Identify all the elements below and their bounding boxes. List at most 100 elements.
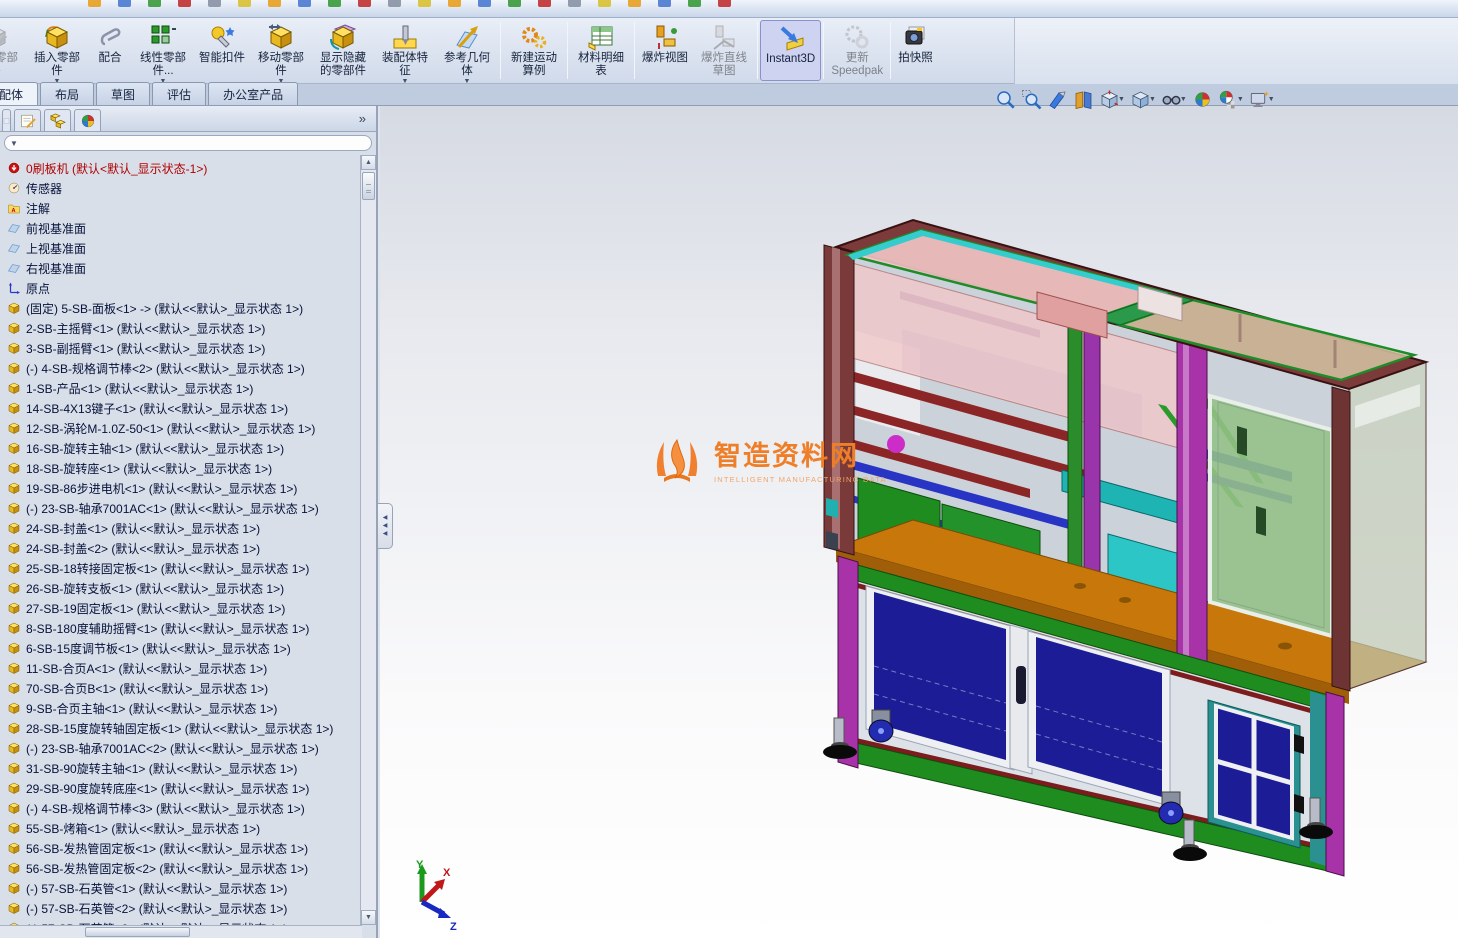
tree-item[interactable]: 27-SB-19固定板<1> (默认<<默认>_显示状态 1>) bbox=[0, 598, 360, 618]
qat-icon[interactable] bbox=[388, 0, 401, 7]
configurationmanager-tab[interactable] bbox=[44, 109, 71, 131]
graphics-viewport[interactable] bbox=[380, 106, 1458, 938]
propertymanager-tab[interactable] bbox=[14, 109, 41, 131]
tree-item[interactable]: 3-SB-副摇臂<1> (默认<<默认>_显示状态 1>) bbox=[0, 338, 360, 358]
tree-item[interactable]: 上视基准面 bbox=[0, 238, 360, 258]
tree-item[interactable]: (固定) 5-SB-面板<1> -> (默认<<默认>_显示状态 1>) bbox=[0, 298, 360, 318]
tree-item[interactable]: 9-SB-合页主轴<1> (默认<<默认>_显示状态 1>) bbox=[0, 698, 360, 718]
tree-item[interactable]: (-) 23-SB-轴承7001AC<1> (默认<<默认>_显示状态 1>) bbox=[0, 498, 360, 518]
qat-icon[interactable] bbox=[628, 0, 641, 7]
qat-icon[interactable] bbox=[118, 0, 131, 7]
tree-item[interactable]: (-) 4-SB-规格调节棒<3> (默认<<默认>_显示状态 1>) bbox=[0, 798, 360, 818]
chevron-down-icon[interactable]: ▼ bbox=[1237, 96, 1244, 103]
tree-filter-bar[interactable]: ▼ bbox=[4, 135, 372, 151]
qat-icon[interactable] bbox=[478, 0, 491, 7]
tree-item[interactable]: 24-SB-封盖<2> (默认<<默认>_显示状态 1>) bbox=[0, 538, 360, 558]
ribbon-tab-布局[interactable]: 布局 bbox=[40, 82, 95, 105]
qat-icon[interactable] bbox=[148, 0, 161, 7]
tree-item[interactable]: (-) 57-SB-石英管<2> (默认<<默认>_显示状态 1>) bbox=[0, 898, 360, 918]
toolbar-button-explode-sketch[interactable]: 爆炸直线草图 bbox=[693, 20, 755, 81]
edit-appearance-button[interactable] bbox=[1192, 89, 1213, 110]
qat-icon[interactable] bbox=[268, 0, 281, 7]
tree-item[interactable]: 70-SB-合页B<1> (默认<<默认>_显示状态 1>) bbox=[0, 678, 360, 698]
chevron-down-icon[interactable]: ▼ bbox=[1268, 96, 1275, 103]
scroll-up-icon[interactable]: ▲ bbox=[361, 155, 376, 170]
toolbar-button-show-hide[interactable]: 显示隐藏的零部件 bbox=[312, 20, 374, 81]
qat-icon[interactable] bbox=[88, 0, 101, 7]
tree-item[interactable]: 传感器 bbox=[0, 178, 360, 198]
tree-item[interactable]: 右视基准面 bbox=[0, 258, 360, 278]
qat-icon[interactable] bbox=[208, 0, 221, 7]
quick-access-icons[interactable] bbox=[0, 0, 1458, 7]
tree-horizontal-scrollbar[interactable] bbox=[0, 925, 362, 938]
tree-item[interactable]: 14-SB-4X13键子<1> (默认<<默认>_显示状态 1>) bbox=[0, 398, 360, 418]
qat-icon[interactable] bbox=[508, 0, 521, 7]
tree-item[interactable]: (-) 57-SB-石英管<3> (默认<<默认>_显示状态 1>) bbox=[0, 918, 360, 925]
qat-icon[interactable] bbox=[448, 0, 461, 7]
display-style-button[interactable]: ▼ bbox=[1130, 89, 1156, 110]
tree-item[interactable]: 12-SB-涡轮M-1.0Z-50<1> (默认<<默认>_显示状态 1>) bbox=[0, 418, 360, 438]
chevron-down-icon[interactable]: ▼ bbox=[1180, 96, 1187, 103]
toolbar-button-exploded-view[interactable]: 爆炸视图 bbox=[637, 20, 693, 81]
tree-item[interactable]: 31-SB-90旋转主轴<1> (默认<<默认>_显示状态 1>) bbox=[0, 758, 360, 778]
toolbar-button-snapshot[interactable]: 拍快照 bbox=[893, 20, 938, 81]
toolbar-button-mate[interactable]: 配合 bbox=[88, 20, 132, 81]
tree-item[interactable]: 6-SB-15度调节板<1> (默认<<默认>_显示状态 1>) bbox=[0, 638, 360, 658]
tree-item[interactable]: 24-SB-封盖<1> (默认<<默认>_显示状态 1>) bbox=[0, 518, 360, 538]
zoom-to-area-button[interactable] bbox=[1021, 89, 1042, 110]
tree-item[interactable]: 25-SB-18转接固定板<1> (默认<<默认>_显示状态 1>) bbox=[0, 558, 360, 578]
panel-overflow-button[interactable]: » bbox=[359, 111, 366, 126]
qat-icon[interactable] bbox=[538, 0, 551, 7]
tree-item[interactable]: 56-SB-发热管固定板<2> (默认<<默认>_显示状态 1>) bbox=[0, 858, 360, 878]
tree-vertical-scrollbar[interactable]: ▲ ▼ bbox=[360, 155, 376, 925]
tree-item[interactable]: (-) 23-SB-轴承7001AC<2> (默认<<默认>_显示状态 1>) bbox=[0, 738, 360, 758]
zoom-to-fit-button[interactable] bbox=[995, 89, 1016, 110]
tree-item[interactable]: 56-SB-发热管固定板<1> (默认<<默认>_显示状态 1>) bbox=[0, 838, 360, 858]
tree-item[interactable]: 2-SB-主摇臂<1> (默认<<默认>_显示状态 1>) bbox=[0, 318, 360, 338]
hide-show-items-button[interactable]: ▼ bbox=[1161, 89, 1187, 110]
toolbar-button-instant3d[interactable]: Instant3D bbox=[760, 20, 822, 81]
tree-item[interactable]: (-) 4-SB-规格调节棒<2> (默认<<默认>_显示状态 1>) bbox=[0, 358, 360, 378]
qat-icon[interactable] bbox=[178, 0, 191, 7]
featuremanager-tab[interactable] bbox=[2, 109, 11, 131]
ribbon-tab-装配体[interactable]: 装配体 bbox=[0, 82, 39, 105]
qat-icon[interactable] bbox=[358, 0, 371, 7]
ribbon-tab-办公室产品[interactable]: 办公室产品 bbox=[208, 82, 299, 105]
tree-item[interactable]: 16-SB-旋转主轴<1> (默认<<默认>_显示状态 1>) bbox=[0, 438, 360, 458]
qat-icon[interactable] bbox=[688, 0, 701, 7]
toolbar-button-bom[interactable]: 材料明细表 bbox=[570, 20, 632, 81]
tree-item[interactable]: 26-SB-旋转支板<1> (默认<<默认>_显示状态 1>) bbox=[0, 578, 360, 598]
qat-icon[interactable] bbox=[328, 0, 341, 7]
qat-icon[interactable] bbox=[658, 0, 671, 7]
tree-item[interactable]: 55-SB-烤箱<1> (默认<<默认>_显示状态 1>) bbox=[0, 818, 360, 838]
displaymanager-tab[interactable] bbox=[74, 109, 101, 131]
toolbar-button-insert-component[interactable]: 插入零部件 ▼ bbox=[26, 20, 88, 83]
ribbon-tab-草图[interactable]: 草图 bbox=[96, 82, 151, 105]
section-view-button[interactable] bbox=[1073, 89, 1094, 110]
vertical-scroll-thumb[interactable] bbox=[362, 172, 375, 200]
panel-splitter-handle[interactable]: ◀ ◀ ◀ bbox=[378, 503, 393, 549]
toolbar-button-linear-pattern[interactable]: 线性零部件... ▼ bbox=[132, 20, 194, 83]
tree-item[interactable]: 8-SB-180度辅助摇臂<1> (默认<<默认>_显示状态 1>) bbox=[0, 618, 360, 638]
view-settings-button[interactable]: ▼ bbox=[1249, 89, 1275, 110]
tree-item[interactable]: 29-SB-90度旋转底座<1> (默认<<默认>_显示状态 1>) bbox=[0, 778, 360, 798]
tree-item[interactable]: 原点 bbox=[0, 278, 360, 298]
toolbar-button-smart-fastener[interactable]: 智能扣件 bbox=[194, 20, 250, 81]
toolbar-button-edit-component[interactable]: 编辑零部件 bbox=[0, 20, 26, 81]
tree-item[interactable]: A 注解 bbox=[0, 198, 360, 218]
tree-item[interactable]: 18-SB-旋转座<1> (默认<<默认>_显示状态 1>) bbox=[0, 458, 360, 478]
tree-item[interactable]: 0刷板机 (默认<默认_显示状态-1>) bbox=[0, 158, 360, 178]
previous-view-button[interactable] bbox=[1047, 89, 1068, 110]
scroll-down-icon[interactable]: ▼ bbox=[361, 910, 376, 925]
toolbar-button-speedpak[interactable]: 更新Speedpak bbox=[826, 20, 888, 81]
view-orientation-button[interactable]: ▼ bbox=[1099, 89, 1125, 110]
toolbar-button-ref-geometry[interactable]: 参考几何体 ▼ bbox=[436, 20, 498, 83]
apply-scene-button[interactable]: ▼ bbox=[1218, 89, 1244, 110]
qat-icon[interactable] bbox=[298, 0, 311, 7]
toolbar-button-motion-study[interactable]: 新建运动算例 bbox=[503, 20, 565, 81]
tree-item[interactable]: 28-SB-15度旋转轴固定板<1> (默认<<默认>_显示状态 1>) bbox=[0, 718, 360, 738]
tree-item[interactable]: 1-SB-产品<1> (默认<<默认>_显示状态 1>) bbox=[0, 378, 360, 398]
machine-model[interactable] bbox=[380, 106, 1458, 938]
horizontal-scroll-thumb[interactable] bbox=[85, 927, 190, 937]
ribbon-tab-评估[interactable]: 评估 bbox=[152, 82, 207, 105]
